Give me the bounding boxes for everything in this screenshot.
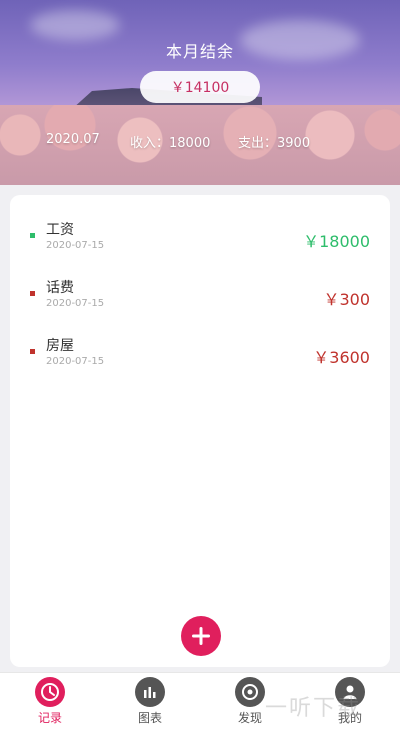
cloud-decoration bbox=[30, 10, 120, 40]
add-record-button[interactable] bbox=[181, 616, 221, 656]
tab-records[interactable]: 记录 bbox=[0, 673, 100, 731]
record-name: 工资 bbox=[46, 222, 74, 238]
record-amount: ￥18000 bbox=[303, 232, 370, 251]
tab-charts[interactable]: 图表 bbox=[100, 673, 200, 731]
record-amount: ￥3600 bbox=[313, 348, 370, 367]
plus-icon bbox=[192, 627, 210, 645]
expense-dot-icon bbox=[30, 291, 35, 296]
clock-icon bbox=[35, 677, 65, 707]
chart-icon bbox=[135, 677, 165, 707]
record-name: 房屋 bbox=[46, 338, 74, 354]
record-list: 工资 2020-07-15 ￥18000 话费 2020-07-15 ￥300 … bbox=[10, 195, 390, 667]
discover-icon bbox=[235, 677, 265, 707]
balance-badge: ￥14100 bbox=[140, 71, 260, 103]
list-item[interactable]: 房屋 2020-07-15 ￥3600 bbox=[10, 329, 390, 375]
header-banner: 本月结余 ￥14100 2020.07 收入：18000 支出：3900 bbox=[0, 0, 400, 185]
record-date: 2020-07-15 bbox=[46, 240, 105, 251]
record-date: 2020-07-15 bbox=[46, 298, 105, 309]
watermark: 一听下载 bbox=[265, 696, 362, 721]
page-title: 本月结余 bbox=[165, 42, 234, 61]
record-name: 话费 bbox=[46, 280, 74, 296]
month-label[interactable]: 2020.07 bbox=[46, 132, 100, 147]
record-amount: ￥300 bbox=[323, 290, 370, 309]
tab-label: 记录 bbox=[37, 711, 62, 725]
tab-label: 图表 bbox=[137, 711, 162, 725]
list-item[interactable]: 工资 2020-07-15 ￥18000 bbox=[10, 213, 390, 259]
month-summary: 2020.07 收入：18000 支出：3900 bbox=[0, 132, 400, 151]
list-item[interactable]: 话费 2020-07-15 ￥300 bbox=[10, 271, 390, 317]
income-dot-icon bbox=[30, 233, 35, 238]
income-total: 收入：18000 bbox=[130, 136, 211, 151]
expense-dot-icon bbox=[30, 349, 35, 354]
expense-total: 支出：3900 bbox=[238, 136, 311, 151]
record-date: 2020-07-15 bbox=[46, 356, 105, 367]
